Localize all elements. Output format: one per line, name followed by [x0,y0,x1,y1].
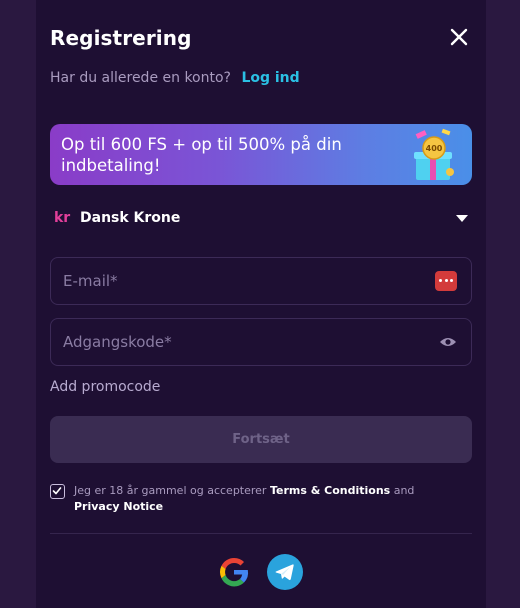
terms-conditions-link[interactable]: Terms & Conditions [270,484,390,497]
google-login-button[interactable] [216,554,252,590]
terms-checkbox[interactable] [50,484,65,499]
terms-and: and [393,484,415,497]
currency-symbol: kr [54,210,71,226]
chevron-down-icon [456,215,468,222]
registration-modal: Registrering Har du allerede en konto? L… [36,0,486,608]
password-field-wrapper [50,318,472,366]
telegram-login-button[interactable] [267,554,303,590]
add-promocode-link[interactable]: Add promocode [50,379,160,395]
login-prompt-row: Har du allerede en konto? Log ind [50,70,300,86]
bonus-banner-text: Op til 600 FS + op til 500% på din indbe… [61,135,342,175]
currency-select[interactable]: kr Dansk Krone [50,206,472,234]
telegram-icon [275,564,294,581]
close-icon [450,28,468,46]
login-link[interactable]: Log ind [241,70,299,86]
continue-button[interactable]: Fortsæt [50,416,472,463]
password-field[interactable] [51,319,471,365]
bonus-banner: Op til 600 FS + op til 500% på din indbe… [50,124,472,185]
login-prompt-text: Har du allerede en konto? [50,70,231,86]
divider [50,533,472,534]
checkmark-icon [52,487,62,495]
terms-prefix: Jeg er 18 år gammel og accepterer [74,484,267,497]
password-manager-icon[interactable] [435,271,457,291]
terms-text: Jeg er 18 år gammel og accepterer Terms … [74,483,454,515]
eye-icon[interactable] [439,335,457,349]
google-icon [220,557,249,587]
privacy-notice-link[interactable]: Privacy Notice [74,500,163,513]
email-field-wrapper [50,257,472,305]
currency-label: Dansk Krone [80,210,181,226]
modal-title: Registrering [50,26,192,50]
email-field[interactable] [51,258,471,304]
gift-badge-text: 400 [426,144,443,153]
gift-box-icon: 400 [414,128,454,180]
close-button[interactable] [448,26,470,48]
